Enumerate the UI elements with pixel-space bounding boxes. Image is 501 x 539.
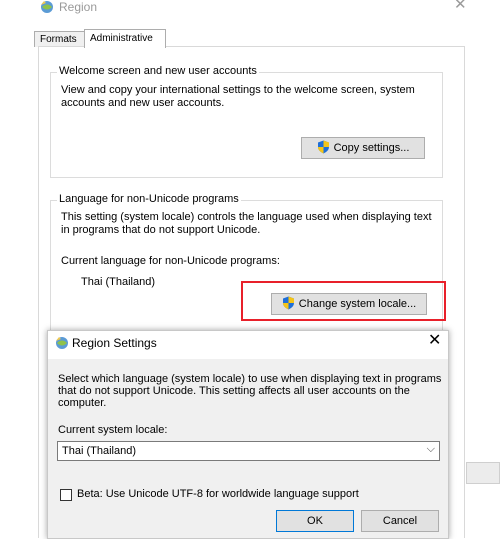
welcome-group-title: Welcome screen and new user accounts — [57, 65, 259, 77]
region-titlebar: Region ✕ — [29, 0, 501, 14]
beta-utf8-checkbox[interactable] — [60, 489, 72, 501]
dialog-body: Select which language (system locale) to… — [48, 359, 448, 538]
window-title: Region — [59, 0, 98, 14]
dialog-title: Region Settings — [72, 336, 157, 350]
globe-icon — [54, 336, 70, 353]
current-language-label: Current language for non-Unicode program… — [61, 255, 280, 267]
highlight-annotation — [241, 281, 446, 321]
globe-icon — [39, 0, 55, 17]
uac-shield-icon — [317, 140, 330, 157]
system-locale-value: Thai (Thailand) — [62, 445, 136, 457]
ok-button[interactable]: OK — [276, 510, 354, 532]
background-button-fragment — [466, 462, 500, 484]
close-icon[interactable]: ✕ — [454, 0, 467, 12]
beta-utf8-label[interactable]: Beta: Use Unicode UTF-8 for worldwide la… — [77, 488, 359, 500]
dialog-description: Select which language (system locale) to… — [58, 373, 442, 409]
nonunicode-description: This setting (system locale) controls th… — [61, 211, 432, 236]
close-icon[interactable]: ✕ — [428, 333, 441, 349]
cancel-button[interactable]: Cancel — [361, 510, 439, 532]
current-language-value: Thai (Thailand) — [81, 276, 155, 288]
welcome-description: View and copy your international setting… — [61, 84, 415, 109]
current-system-locale-label: Current system locale: — [58, 424, 168, 436]
copy-settings-button[interactable]: Copy settings... — [301, 137, 425, 159]
system-locale-select[interactable]: Thai (Thailand) ⌵ — [57, 441, 440, 461]
tab-administrative[interactable]: Administrative — [84, 29, 166, 48]
copy-settings-label: Copy settings... — [333, 142, 410, 154]
tab-formats[interactable]: Formats — [34, 31, 86, 47]
chevron-down-icon[interactable]: ⌵ — [427, 443, 435, 456]
welcome-groupbox: Welcome screen and new user accounts Vie… — [50, 65, 443, 178]
nonunicode-group-title: Language for non-Unicode programs — [57, 193, 241, 205]
region-settings-dialog: Region Settings ✕ Select which language … — [47, 330, 449, 539]
